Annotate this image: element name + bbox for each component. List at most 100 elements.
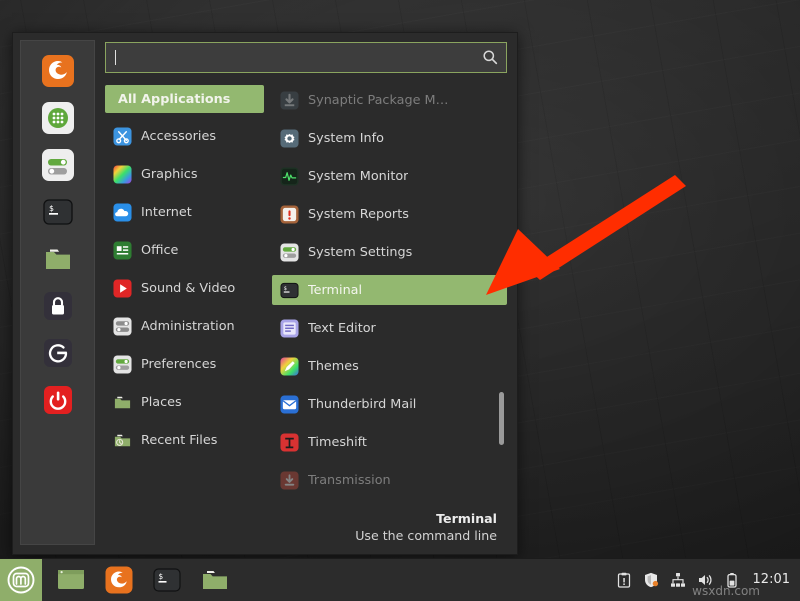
software-manager-icon xyxy=(41,101,75,135)
linux-mint-logo-icon xyxy=(6,565,36,595)
network-icon[interactable] xyxy=(670,572,686,588)
system-tray: 12:01 xyxy=(616,572,800,588)
app-item-label: Timeshift xyxy=(308,435,367,450)
category-label: Preferences xyxy=(141,357,216,372)
category-label: Internet xyxy=(141,205,192,220)
app-item-label: Synaptic Package M… xyxy=(308,93,448,108)
app-item-label: System Reports xyxy=(308,207,409,222)
logout-icon xyxy=(41,336,75,370)
app-item-system-settings[interactable]: System Settings xyxy=(272,237,507,267)
app-item-thunderbird-mail[interactable]: Thunderbird Mail xyxy=(272,389,507,419)
application-menu-window: $ xyxy=(12,32,518,555)
search-caret xyxy=(115,50,116,65)
thunderbird-icon xyxy=(280,395,299,414)
favorite-log-out-button[interactable] xyxy=(40,335,76,371)
category-accessories[interactable]: Accessories xyxy=(105,121,264,151)
places-icon xyxy=(113,393,132,412)
folder-icon xyxy=(200,565,230,595)
taskbar-terminal-button[interactable]: $ xyxy=(146,559,188,601)
system-reports-icon xyxy=(280,205,299,224)
folder-icon xyxy=(41,242,75,276)
category-places[interactable]: Places xyxy=(105,387,264,417)
window-list: $ xyxy=(42,559,236,601)
recent-files-icon xyxy=(113,431,132,450)
app-item-label: System Info xyxy=(308,131,384,146)
status-description: Use the command line xyxy=(105,527,497,544)
category-preferences[interactable]: Preferences xyxy=(105,349,264,379)
favorite-terminal-button[interactable]: $ xyxy=(40,194,76,230)
shield-icon[interactable] xyxy=(643,572,659,588)
system-info-icon xyxy=(280,129,299,148)
app-item-label: System Monitor xyxy=(308,169,408,184)
system-settings-icon xyxy=(41,148,75,182)
accessories-icon xyxy=(113,127,132,146)
category-label: Recent Files xyxy=(141,433,217,448)
status-footer: Terminal Use the command line xyxy=(105,504,507,548)
svg-text:$: $ xyxy=(159,572,164,581)
app-item-text-editor[interactable]: Text Editor xyxy=(272,313,507,343)
search-input[interactable] xyxy=(105,42,507,73)
application-list: Synaptic Package M… System Info xyxy=(270,85,507,504)
app-item-terminal[interactable]: $ Terminal xyxy=(272,275,507,305)
favorite-quit-button[interactable] xyxy=(40,382,76,418)
themes-icon xyxy=(280,357,299,376)
terminal-icon: $ xyxy=(152,565,182,595)
menu-button[interactable] xyxy=(0,559,42,601)
application-list-scrollbar[interactable] xyxy=(497,87,506,502)
taskbar-files-button[interactable] xyxy=(194,559,236,601)
category-list: All Applications Accessories xyxy=(105,85,270,504)
taskbar-firefox-button[interactable] xyxy=(98,559,140,601)
terminal-icon: $ xyxy=(41,195,75,229)
battery-icon[interactable] xyxy=(724,572,740,588)
app-item-label: Themes xyxy=(308,359,359,374)
terminal-icon: $ xyxy=(280,281,299,300)
internet-icon xyxy=(113,203,132,222)
category-label: All Applications xyxy=(118,92,230,107)
transmission-icon xyxy=(280,471,299,490)
category-label: Graphics xyxy=(141,167,198,182)
app-item-label: Text Editor xyxy=(308,321,376,336)
app-item-label: System Settings xyxy=(308,245,412,260)
category-graphics[interactable]: Graphics xyxy=(105,159,264,189)
app-item-label: Terminal xyxy=(308,283,362,298)
category-sound-video[interactable]: Sound & Video xyxy=(105,273,264,303)
clock[interactable]: 12:01 xyxy=(753,572,790,587)
app-item-label: Transmission xyxy=(308,473,391,488)
app-item-transmission[interactable]: Transmission xyxy=(272,465,507,495)
category-administration[interactable]: Administration xyxy=(105,311,264,341)
category-label: Administration xyxy=(141,319,235,334)
system-settings-icon xyxy=(280,243,299,262)
clipboard-alert-icon[interactable] xyxy=(616,572,632,588)
taskbar-window-button[interactable] xyxy=(50,559,92,601)
scrollbar-thumb[interactable] xyxy=(499,392,504,445)
app-item-system-reports[interactable]: System Reports xyxy=(272,199,507,229)
favorite-files-button[interactable] xyxy=(40,241,76,277)
administration-icon xyxy=(113,317,132,336)
category-internet[interactable]: Internet xyxy=(105,197,264,227)
app-item-system-info[interactable]: System Info xyxy=(272,123,507,153)
favorite-lock-screen-button[interactable] xyxy=(40,288,76,324)
favorites-sidebar: $ xyxy=(20,40,95,545)
lock-icon xyxy=(41,289,75,323)
favorite-software-manager-button[interactable] xyxy=(40,100,76,136)
search-icon[interactable] xyxy=(482,49,498,65)
category-office[interactable]: Office xyxy=(105,235,264,265)
category-all-applications[interactable]: All Applications xyxy=(105,85,264,113)
text-editor-icon xyxy=(280,319,299,338)
app-item-synaptic-package-manager[interactable]: Synaptic Package M… xyxy=(272,85,507,115)
category-label: Office xyxy=(141,243,178,258)
favorite-system-settings-button[interactable] xyxy=(40,147,76,183)
menu-main-area: All Applications Accessories xyxy=(95,33,517,554)
app-item-themes[interactable]: Themes xyxy=(272,351,507,381)
synaptic-icon xyxy=(280,91,299,110)
category-recent-files[interactable]: Recent Files xyxy=(105,425,264,455)
favorite-firefox-button[interactable] xyxy=(40,53,76,89)
search-row xyxy=(105,42,507,73)
taskbar: $ xyxy=(0,558,800,600)
category-label: Accessories xyxy=(141,129,216,144)
speaker-icon[interactable] xyxy=(697,572,713,588)
app-item-timeshift[interactable]: Timeshift xyxy=(272,427,507,457)
svg-text:$: $ xyxy=(49,204,54,213)
app-item-system-monitor[interactable]: System Monitor xyxy=(272,161,507,191)
graphics-icon xyxy=(113,165,132,184)
